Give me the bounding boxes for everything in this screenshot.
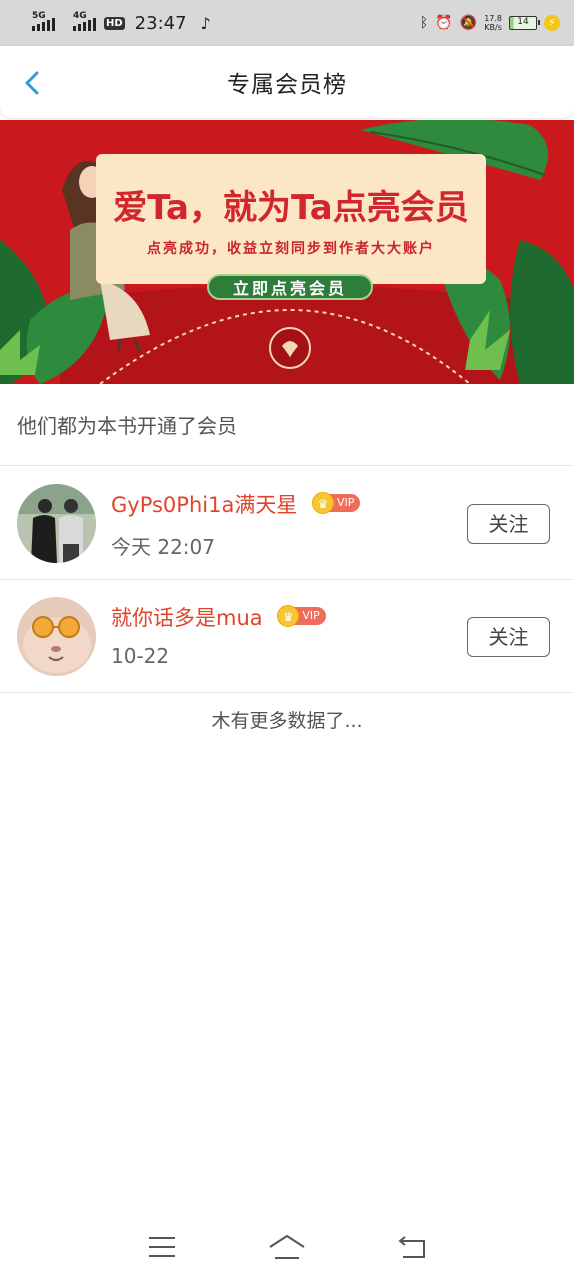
- signal-5g-icon: 5G: [32, 11, 55, 31]
- status-time: 23:47: [134, 12, 187, 34]
- member-time: 今天 22:07: [111, 535, 215, 559]
- avatar-photo-cat: [17, 597, 96, 676]
- status-right: ᛒ ⏰ 🔕 17.8 KB/s 14 ⚡: [420, 14, 560, 32]
- member-name-text: GyPs0Phi1a满天星: [111, 493, 298, 517]
- page-title: 专属会员榜: [227, 72, 347, 98]
- vip-label: VIP: [294, 607, 326, 625]
- network-label-4g: 4G: [73, 11, 87, 21]
- follow-button[interactable]: 关注: [467, 617, 550, 657]
- speed-unit: KB/s: [484, 23, 502, 32]
- bluetooth-icon: ᛒ: [419, 15, 429, 31]
- vip-badge: ♛ VIP: [312, 492, 361, 514]
- status-bar: 5G 4G HD 23:47 ♪ ᛒ ⏰ 🔕 17.8 KB/s 14 ⚡: [0, 0, 574, 46]
- no-more-data-text: 木有更多数据了...: [211, 710, 363, 732]
- menu-icon: [149, 1237, 176, 1257]
- hd-voice-icon: HD: [104, 16, 125, 30]
- battery-icon: 14: [509, 16, 540, 30]
- signal-4g-icon: 4G: [73, 11, 96, 31]
- alarm-icon: ⏰: [435, 15, 453, 31]
- banner-title: 爱Ta，就为Ta点亮会员: [113, 188, 469, 228]
- network-speed: 17.8 KB/s: [484, 14, 502, 32]
- member-name-text: 就你话多是mua: [111, 606, 263, 630]
- list-item[interactable]: 就你话多是mua ♛ VIP 10-22 关注: [0, 580, 574, 693]
- follow-button[interactable]: 关注: [467, 504, 550, 544]
- system-nav-bar: [0, 1214, 574, 1280]
- speed-value: 17.8: [484, 14, 502, 23]
- network-label-5g: 5G: [32, 11, 46, 21]
- vip-promo-banner[interactable]: 爱Ta，就为Ta点亮会员 点亮成功，收益立刻同步到作者大大账户 立即点亮会员: [0, 120, 574, 384]
- return-icon: [398, 1236, 425, 1258]
- home-nav-button[interactable]: [267, 1230, 307, 1264]
- back-nav-button[interactable]: [392, 1230, 432, 1264]
- vip-badge: ♛ VIP: [277, 605, 326, 627]
- chevron-left-icon: [25, 71, 39, 95]
- status-left: 5G 4G HD 23:47 ♪: [32, 11, 211, 34]
- member-name[interactable]: 就你话多是mua ♛ VIP: [111, 602, 326, 632]
- list-item[interactable]: GyPs0Phi1a满天星 ♛ VIP 今天 22:07 关注: [0, 467, 574, 580]
- tiktok-icon: ♪: [200, 13, 211, 33]
- banner-subtitle: 点亮成功，收益立刻同步到作者大大账户: [147, 241, 435, 257]
- light-up-vip-button[interactable]: 立即点亮会员: [207, 274, 373, 300]
- section-heading: 他们都为本书开通了会员: [0, 384, 574, 466]
- avatar[interactable]: [17, 484, 96, 563]
- charging-icon: ⚡: [544, 15, 560, 31]
- member-name[interactable]: GyPs0Phi1a满天星 ♛ VIP: [111, 489, 361, 519]
- avatar[interactable]: [17, 597, 96, 676]
- app-header: 专属会员榜: [0, 46, 574, 118]
- crown-icon: ♛: [312, 492, 335, 514]
- home-icon: [269, 1234, 305, 1259]
- battery-level: 14: [517, 17, 529, 27]
- avatar-photo-couple: [17, 484, 96, 563]
- mute-icon: 🔕: [459, 15, 478, 31]
- member-list: GyPs0Phi1a满天星 ♛ VIP 今天 22:07 关注 就你话多是mua: [0, 467, 574, 693]
- menu-nav-button[interactable]: [142, 1230, 182, 1264]
- back-button[interactable]: [18, 68, 48, 98]
- member-time: 10-22: [111, 644, 170, 668]
